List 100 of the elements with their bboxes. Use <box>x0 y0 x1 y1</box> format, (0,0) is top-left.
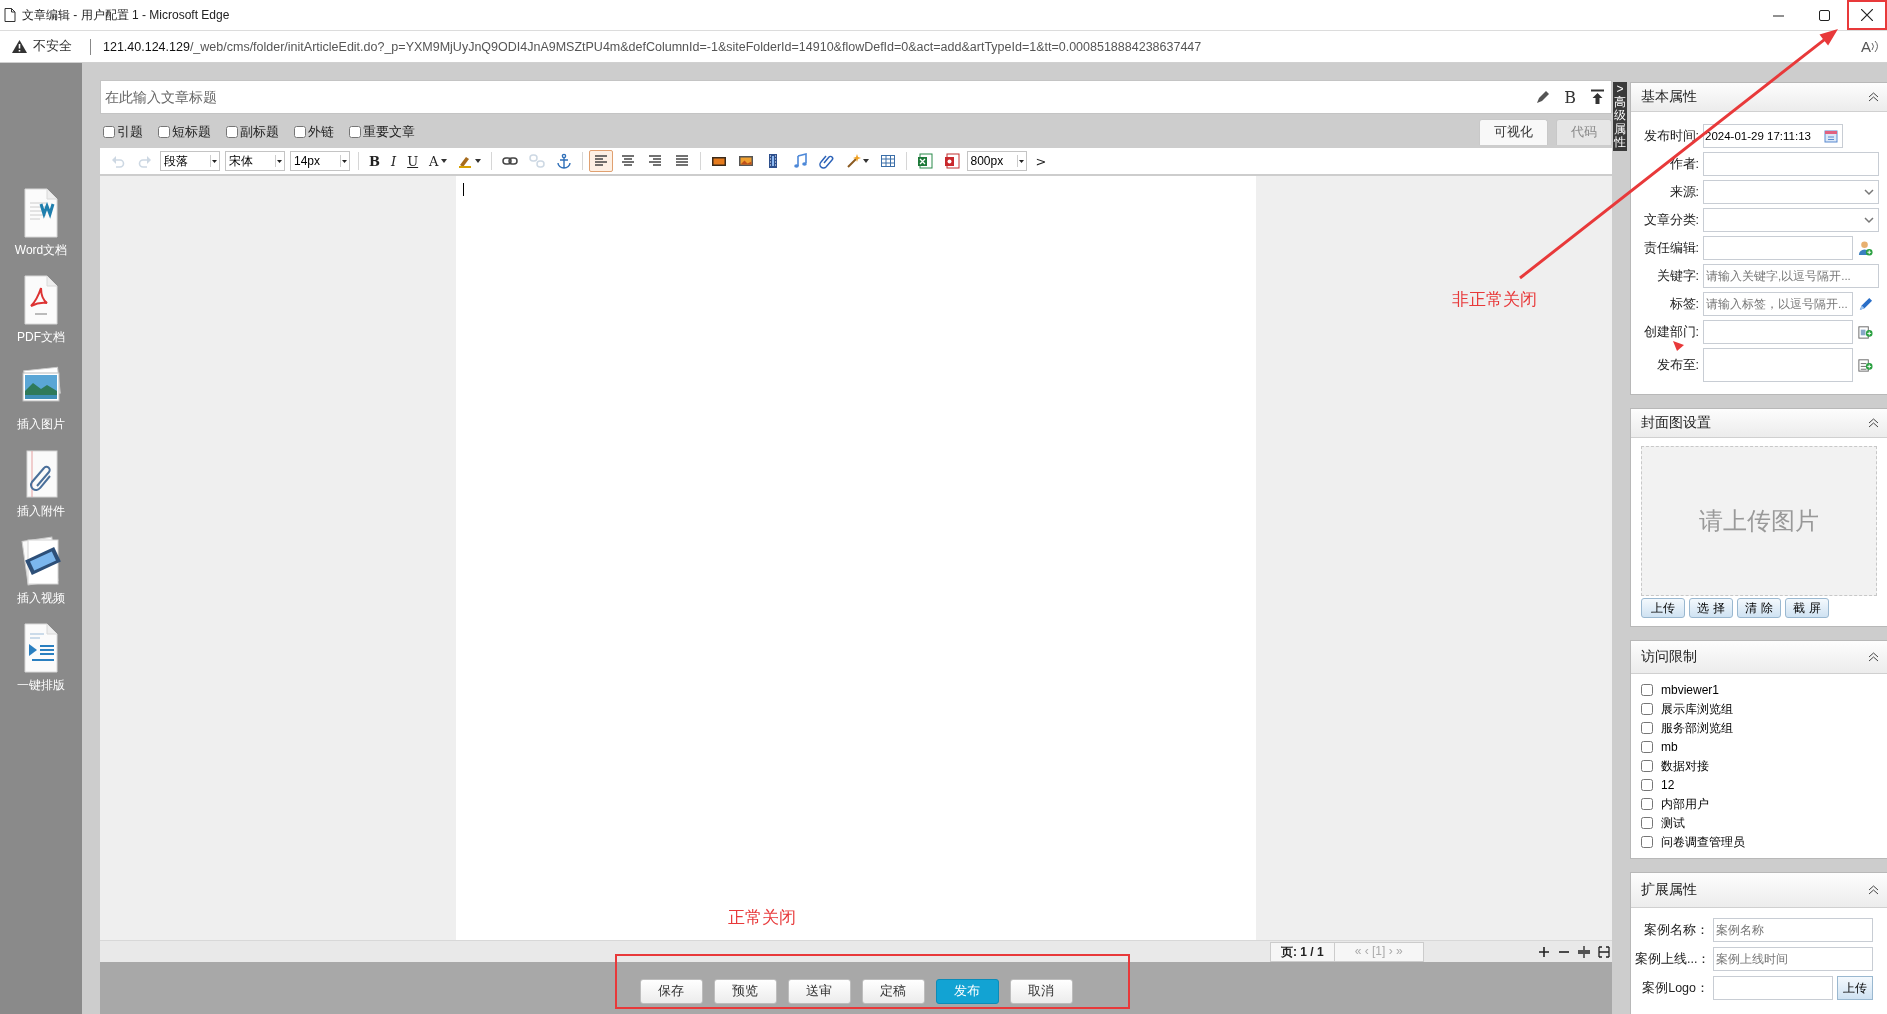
add-list-icon[interactable] <box>1857 357 1873 373</box>
cover-button[interactable]: 选 择 <box>1689 598 1733 618</box>
bold-title-button[interactable]: B <box>1564 87 1576 107</box>
highlight-frame <box>1847 0 1887 30</box>
collapse-icon[interactable] <box>1868 418 1879 428</box>
maximize-icon <box>1818 9 1830 21</box>
chevron-down-icon <box>1864 216 1874 224</box>
checkbox[interactable] <box>226 126 238 138</box>
checkbox-label: 引题 <box>117 123 143 141</box>
field-label: 创建部门: <box>1642 324 1699 340</box>
text-field[interactable] <box>1703 152 1879 176</box>
checkbox-label: mbviewer1 <box>1661 683 1720 697</box>
action-button[interactable]: 预览 <box>713 979 777 1004</box>
upload-button[interactable]: 上传 <box>1837 976 1873 1000</box>
plus-icon[interactable] <box>1538 945 1550 958</box>
checkbox[interactable] <box>294 126 306 138</box>
view-tab[interactable]: 可视化 <box>1479 119 1548 145</box>
select-field[interactable] <box>1703 180 1879 204</box>
caret-icon <box>210 155 218 167</box>
checkbox-label: 内部用户 <box>1661 795 1709 813</box>
collapse-icon[interactable] <box>1868 92 1879 102</box>
action-button[interactable]: 送审 <box>787 979 851 1004</box>
title-field[interactable]: 在此输入文章标题 B <box>100 80 1612 114</box>
video-file-icon[interactable] <box>19 535 63 587</box>
collapse-icon[interactable] <box>1868 652 1879 662</box>
text-field[interactable]: 案例名称 <box>1713 918 1873 942</box>
checkbox-label: 测试 <box>1661 814 1685 832</box>
sound-wave-icon <box>1871 40 1879 53</box>
font-color-button[interactable]: A <box>425 150 451 172</box>
checkbox[interactable] <box>1641 836 1653 848</box>
pin-top-icon[interactable] <box>1590 89 1605 105</box>
checkbox[interactable] <box>1641 817 1653 829</box>
collapse-icon[interactable] <box>1868 885 1879 895</box>
checkbox[interactable] <box>103 126 115 138</box>
dropdown[interactable]: 14px <box>290 151 350 171</box>
checkbox[interactable] <box>349 126 361 138</box>
dropdown[interactable]: 段落 <box>160 151 220 171</box>
checkbox[interactable] <box>1641 741 1653 753</box>
checkbox[interactable] <box>1641 760 1653 772</box>
checkbox[interactable] <box>1641 722 1653 734</box>
url-host[interactable]: 121.40.124.129 <box>103 39 190 54</box>
text-field[interactable] <box>1713 976 1833 1000</box>
panel-title: 扩展属性 <box>1641 881 1697 899</box>
text-field[interactable] <box>1703 236 1853 260</box>
field-label: 文章分类: <box>1642 212 1699 228</box>
panel-title: 访问限制 <box>1641 648 1697 666</box>
window-title: 文章编辑 - 用户配置 1 - Microsoft Edge <box>22 6 231 24</box>
read-aloud-button[interactable]: A <box>1861 38 1879 55</box>
text-field[interactable]: 请输入标签，以逗号隔开... <box>1703 292 1853 316</box>
align-left-icon[interactable] <box>588 150 613 172</box>
action-button[interactable]: 保存 <box>639 979 703 1004</box>
advanced-properties-tab[interactable]: > 高级属性 <box>1613 82 1627 151</box>
pen-icon[interactable] <box>1535 89 1551 105</box>
annotation-label: 非正常关闭 <box>1452 289 1537 311</box>
cover-button[interactable]: 清 除 <box>1737 598 1781 618</box>
url-path[interactable]: /_web/cms/folder/initArticleEdit.do?_p=YXM9MjUyJnQ9ODI4JnA9MSZtPU4m&defColumnId=-1&siteFolderId=14910&flowDefId=0&act=add&artTypeId=1&tt=0.0008518884238637447 <box>189 39 1861 54</box>
field-label: 案例上线...： <box>1635 951 1709 967</box>
more-button[interactable]: > <box>1031 150 1051 172</box>
date-field[interactable]: 2024-01-29 17:11:13 <box>1703 124 1843 148</box>
checkbox[interactable] <box>1641 798 1653 810</box>
add-card-icon[interactable] <box>1857 324 1873 340</box>
bold-button[interactable]: B <box>365 150 384 172</box>
field-label: 标签: <box>1668 296 1699 312</box>
pen-icon[interactable] <box>1857 296 1873 312</box>
page-icon <box>4 8 16 22</box>
panel-title: 基本属性 <box>1641 88 1697 106</box>
checkbox-label: 展示库浏览组 <box>1661 700 1733 718</box>
text-field[interactable]: 请输入关键字,以逗号隔开... <box>1703 264 1879 288</box>
security-label[interactable]: 不安全 <box>33 38 72 55</box>
action-button[interactable]: 取消 <box>1009 979 1073 1004</box>
field-label: 来源: <box>1668 184 1699 200</box>
checkbox[interactable] <box>1641 779 1653 791</box>
field-label: 发布时间: <box>1642 128 1699 144</box>
text-field[interactable] <box>1703 320 1853 344</box>
dropdown[interactable]: 宋体 <box>225 151 285 171</box>
checkbox[interactable] <box>1641 684 1653 696</box>
fit-icon[interactable] <box>1578 945 1590 958</box>
dropdown[interactable]: 800px <box>966 151 1027 171</box>
text-cursor <box>463 183 464 196</box>
select-field[interactable] <box>1703 208 1879 232</box>
calendar-icon[interactable] <box>1824 129 1838 143</box>
panel-title: 封面图设置 <box>1641 414 1711 432</box>
field-label: 关键字: <box>1655 268 1699 284</box>
warning-icon <box>12 40 27 53</box>
checkbox[interactable] <box>158 126 170 138</box>
checkbox-label: 重要文章 <box>363 123 415 141</box>
action-button[interactable]: 定稿 <box>861 979 925 1004</box>
checkbox-label: 12 <box>1661 778 1675 792</box>
expand-icon[interactable] <box>1598 945 1610 958</box>
annotation-label: 正常关闭 <box>728 907 796 929</box>
underline-button[interactable]: U <box>403 150 423 172</box>
page-indicator: 页: 1 / 1 <box>1271 942 1335 961</box>
cover-button[interactable]: 上传 <box>1641 598 1685 618</box>
user-add-icon[interactable] <box>1857 240 1873 256</box>
italic-button[interactable]: I <box>387 150 401 172</box>
checkbox[interactable] <box>1641 703 1653 715</box>
checkbox-label: 问卷调查管理员 <box>1661 833 1745 851</box>
cover-button[interactable]: 截 屏 <box>1785 598 1829 618</box>
text-field[interactable]: 案例上线时间 <box>1713 947 1873 971</box>
field-label: 案例名称： <box>1643 922 1709 938</box>
